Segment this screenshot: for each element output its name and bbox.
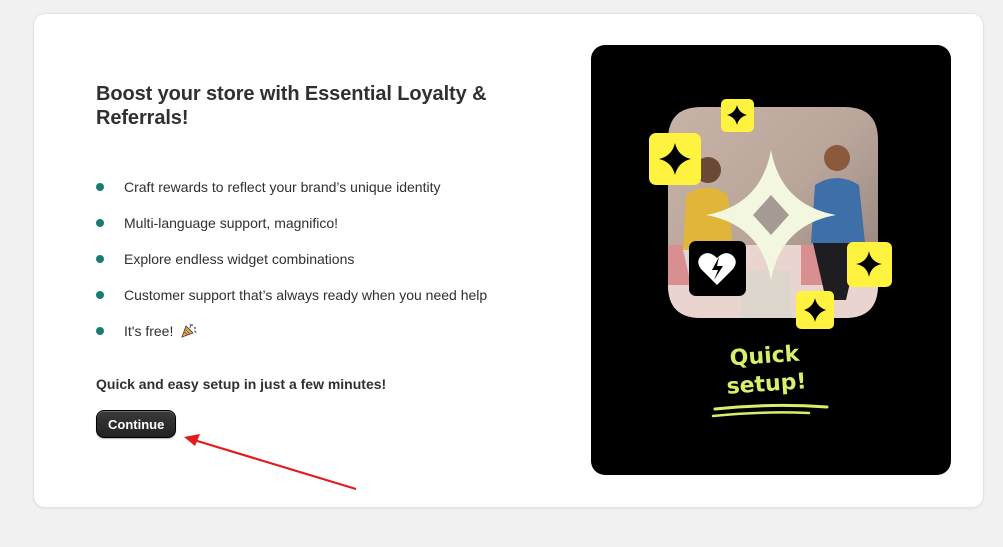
feature-item: Explore endless widget combinations	[96, 250, 526, 286]
feature-item: Customer support that’s always ready whe…	[96, 286, 526, 322]
sparkle-badge-icon	[649, 133, 701, 185]
sparkle-badge-icon	[721, 99, 754, 132]
promo-headline-line1: Quick	[729, 342, 802, 372]
feature-label: Craft rewards to reflect your brand’s un…	[124, 179, 441, 195]
bullet-icon	[96, 291, 104, 299]
underline-stroke	[711, 411, 811, 418]
feature-item: It's free!	[96, 322, 526, 358]
feature-list: Craft rewards to reflect your brand’s un…	[96, 178, 526, 358]
bullet-icon	[96, 327, 104, 335]
underline-stroke	[713, 403, 829, 411]
promo-illustration: Quick setup!	[591, 45, 951, 475]
onboarding-card: Boost your store with Essential Loyalty …	[33, 13, 984, 508]
promo-headline-line2: setup!	[726, 369, 808, 400]
bullet-icon	[96, 183, 104, 191]
party-popper-icon	[181, 322, 197, 342]
quick-setup-graphic: Quick setup!	[649, 99, 892, 418]
feature-label: It's free!	[124, 323, 174, 339]
bullet-icon	[96, 219, 104, 227]
setup-note: Quick and easy setup in just a few minut…	[96, 376, 387, 392]
feature-item: Multi-language support, magnifico!	[96, 214, 526, 250]
sparkle-badge-icon	[796, 291, 834, 329]
feature-label: Customer support that’s always ready whe…	[124, 287, 488, 303]
sparkle-badge-icon	[847, 242, 892, 287]
page-title: Boost your store with Essential Loyalty …	[96, 83, 487, 129]
bullet-icon	[96, 255, 104, 263]
heart-bolt-icon	[689, 241, 746, 296]
continue-button[interactable]: Continue	[96, 410, 177, 438]
intro-section: Boost your store with Essential Loyalty …	[96, 82, 526, 358]
feature-item: Craft rewards to reflect your brand’s un…	[96, 178, 526, 214]
feature-label: Multi-language support, magnifico!	[124, 215, 339, 231]
feature-label: Explore endless widget combinations	[124, 251, 355, 267]
